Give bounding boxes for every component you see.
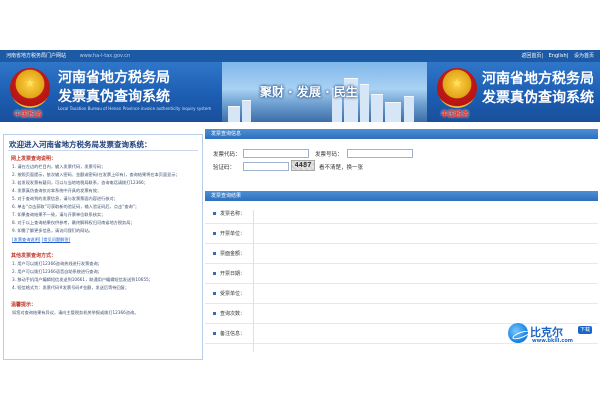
verify-code-label: 验证码：: [213, 165, 236, 171]
screen: 河南省地方税务局门户网站 www.ha-l-tax.gov.cn 返回首页| E…: [0, 0, 600, 400]
result-label: 备注信息：: [220, 331, 246, 337]
query-instructions-link[interactable]: [发票查询说明]: [12, 237, 40, 242]
seal-text-right: 中国税务: [441, 109, 469, 118]
invoice-number-label: 发票号码：: [315, 152, 343, 158]
tax-emblem-icon: ★: [10, 68, 50, 108]
invoice-number-input[interactable]: [347, 149, 413, 158]
welcome-title: 欢迎进入河南省地方税务局发票查询系统：: [9, 140, 152, 149]
tax-emblem-right-icon: ★: [437, 68, 477, 108]
result-label: 发票名称：: [220, 211, 246, 217]
result-row: 开票日期：: [205, 264, 598, 284]
link-set-home[interactable]: 设为首页: [574, 53, 594, 59]
result-divider: [253, 210, 254, 352]
instruction-line: 1. 请在左边的栏目内，输入发票代码，发票号码；: [12, 164, 106, 169]
seal-text: 中国税务: [14, 109, 42, 118]
site-name[interactable]: 河南省地方税务局门户网站: [6, 53, 66, 59]
help-links: [发票查询说明] [常见问题解答]: [12, 237, 70, 243]
instruction-line: 9. 如需了解更多信息，请访问我们的网站。: [12, 228, 93, 233]
instruction-line: 2. 按照页面提示，依次输入密码、金额或密码(在发票上印有)，查询结果将在本页面…: [12, 172, 180, 177]
top-bar-links: 返回首页| English| 设为首页: [521, 53, 594, 59]
method-line: 1. 用户可以拨打12366咨询热线进行发票查询；: [12, 261, 102, 266]
top-bar: 河南省地方税务局门户网站 www.ha-l-tax.gov.cn 返回首页| E…: [0, 50, 600, 62]
instruction-line: 3. 若发现发票有疑问，可以与当地地税局联系，咨询电话请拨打12366；: [12, 180, 148, 185]
top-bar-left: 河南省地方税务局门户网站 www.ha-l-tax.gov.cn: [6, 50, 142, 62]
method-line: 2. 用户可以拨打12366语音自助系统进行查询；: [12, 269, 102, 274]
faq-link[interactable]: [常见问题解答]: [42, 237, 70, 242]
query-result-header: 发票查询结果: [205, 191, 598, 201]
instruction-line: 4. 发票真伪查询仅对本系统中开具的发票有效；: [12, 188, 102, 193]
welcome-divider: [8, 150, 198, 151]
result-label: 票面金额：: [220, 251, 246, 257]
method-line: 4. 短信格式为：发票代码#发票号码#金额，发送后等待回复；: [12, 285, 130, 290]
captcha-image[interactable]: 4487: [291, 160, 315, 171]
invoice-code-label: 发票代码：: [213, 152, 241, 158]
banner-title-line1: 河南省地方税务局: [58, 70, 170, 86]
query-info-header: 发票查询信息: [205, 129, 598, 139]
result-label: 开票日期：: [220, 271, 246, 277]
tip-line: 如您对查询结果有异议，请向主管税务机关举报或拨打12366咨询。: [12, 310, 139, 315]
result-label: 开票单位：: [220, 231, 246, 237]
tips-title: 温馨提示：: [11, 302, 37, 308]
link-home[interactable]: 返回首页: [521, 53, 541, 59]
banner-title-line2: 发票真伪查询系统: [58, 89, 170, 105]
invoice-code-input[interactable]: [243, 149, 309, 158]
result-row: 开票单位：: [205, 224, 598, 244]
result-label: 查询次数：: [220, 311, 246, 317]
instruction-line: 7. 如果查询结果不一致，请与开票单位联系核实；: [12, 212, 106, 217]
city-skyline-image: 聚财 · 发展 · 民生: [222, 62, 427, 122]
instruction-line: 6. 单击“点击获取”可获取新的验证码，输入验证码后，点击“查询”；: [12, 204, 140, 209]
slogan-text: 聚财 · 发展 · 民生: [260, 85, 358, 99]
watermark-url: www.bkill.com: [532, 338, 573, 344]
instruction-line: 5. 对于查询到的发票信息，请与发票票面内容进行核对；: [12, 196, 118, 201]
verify-code-input[interactable]: [243, 162, 289, 171]
method-line: 3. 移动手机用户编辑短信发送到10661，联通用户编辑短信发送到10655；: [12, 277, 153, 282]
result-label: 受票单位：: [220, 291, 246, 297]
other-query-methods-title: 其他发票查询方式：: [11, 253, 57, 259]
result-row: 受票单位：: [205, 284, 598, 304]
banner-right-title-line2: 发票真伪查询系统: [482, 90, 594, 106]
instruction-line: 8. 对于以上查询结果仅供参考，最终解释权归河南省地方税务局；: [12, 220, 135, 225]
welcome-panel: 欢迎进入河南省地方税务局发票查询系统： 网上发票查询说明： 1. 请在左边的栏目…: [3, 134, 203, 360]
bkill-logo-icon: [508, 323, 528, 343]
link-english[interactable]: English: [549, 53, 567, 59]
banner: ★ 中国税务 河南省地方税务局 发票真伪查询系统 Local Taxation …: [0, 62, 600, 122]
banner-subtitle: Local Taxation Bureau of Henan Province …: [58, 106, 212, 111]
watermark: 比克尔 下载 www.bkill.com: [508, 321, 598, 347]
result-row: 发票名称：: [205, 204, 598, 224]
online-query-instructions-title: 网上发票查询说明：: [11, 156, 57, 162]
site-url[interactable]: www.ha-l-tax.gov.cn: [80, 53, 131, 59]
refresh-captcha-link[interactable]: 看不清楚，换一张: [319, 163, 363, 171]
result-row: 票面金额：: [205, 244, 598, 264]
watermark-badge: 下载: [578, 326, 593, 334]
banner-right-title-line1: 河南省地方税务局: [482, 71, 594, 87]
